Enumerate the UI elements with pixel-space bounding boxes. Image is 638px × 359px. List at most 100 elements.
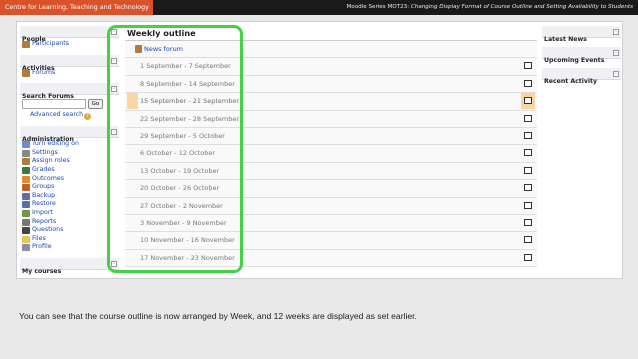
participants-icon [22,41,30,48]
right-column: Latest News - Upcoming Events - Recent Act… [542,26,621,89]
course-outline: Weekly outline News forum 1 September - … [125,27,537,268]
upcoming-events-title: Upcoming Events [544,57,605,64]
show-only-week-icon[interactable] [521,128,535,144]
help-icon[interactable]: ? [84,113,92,121]
week-list: 1 September - 7 September 8 September - 1… [125,58,537,268]
admin-item-reports[interactable]: Reports [22,218,119,227]
week-label: 10 November - 16 November [140,236,235,245]
week-label: 15 September - 21 September [140,97,240,106]
week-row: 20 October - 26 October [125,180,537,198]
series-title: Moodle Series MOT23: Changing Display Fo… [346,0,633,15]
restore-icon [22,201,30,209]
collapse-icon[interactable]: - [111,86,117,93]
forums-icon [22,69,30,77]
week-left-marker [127,93,138,110]
show-only-week-icon[interactable] [521,250,535,266]
questions-icon [22,227,30,235]
groups-icon [22,184,30,192]
import-icon [22,209,30,217]
week-left-marker [127,58,138,74]
week-label: 13 October - 19 October [140,166,220,175]
activities-block: Activities - Forums [20,54,119,78]
admin-item-restore[interactable]: Restore [22,200,119,209]
turn-editing-on-icon [22,141,30,149]
collapse-icon[interactable]: - [613,29,619,35]
outline-title: Weekly outline [125,27,537,41]
week-label: 8 September - 14 September [140,79,235,88]
files-icon [22,235,30,243]
series-code: Moodle Series MOT23: [346,4,410,10]
week-left-marker [127,232,138,248]
moodle-course-screenshot: People - Participants Activities - Forum… [16,21,623,279]
week-left-marker [127,180,138,196]
week-label: 29 September - 5 October [140,131,225,140]
admin-item-import[interactable]: Import [22,209,119,218]
admin-item-assign-roles[interactable]: Assign roles [22,157,119,166]
upcoming-events-block: Upcoming Events - [542,47,621,64]
week-row: 17 November - 23 November [125,249,537,268]
show-only-week-icon[interactable] [521,76,535,92]
week-row: 1 September - 7 September [125,58,537,76]
show-only-week-icon[interactable] [521,93,535,110]
week-left-marker [127,128,138,144]
collapse-icon[interactable]: - [613,71,619,77]
settings-icon [22,149,30,157]
forum-icon [135,45,142,53]
show-only-week-icon[interactable] [521,145,535,161]
week-label: 6 October - 12 October [140,149,216,158]
week-left-marker [127,215,138,231]
collapse-icon[interactable]: - [111,57,117,64]
slide-caption: You can see that the course outline is n… [19,311,417,321]
admin-item-files[interactable]: Files [22,235,119,244]
recent-activity-block: Recent Activity - [542,68,621,85]
admin-item-settings[interactable]: Settings [22,149,119,158]
show-only-week-icon[interactable] [521,163,535,179]
admin-item-outcomes[interactable]: Outcomes [22,175,119,184]
show-only-week-icon[interactable] [521,232,535,248]
grades-icon [22,166,30,174]
collapse-icon[interactable]: - [613,50,619,56]
latest-news-title: Latest News [544,36,587,43]
admin-item-groups[interactable]: Groups [22,183,119,192]
profile-icon [22,244,30,252]
week-left-marker [127,163,138,179]
show-only-week-icon[interactable] [521,215,535,231]
news-forum-link[interactable]: News forum [144,41,183,58]
collapse-icon[interactable]: - [111,29,117,35]
people-block: People - Participants [20,26,119,49]
week-left-marker [127,198,138,214]
week-label: 20 October - 26 October [140,184,220,193]
week-row: 27 October - 2 November [125,197,537,215]
slide-header-bar: Centre for Learning, Teaching and Techno… [0,0,638,15]
assign-roles-icon [22,158,30,166]
show-only-week-icon[interactable] [521,58,535,74]
admin-item-questions[interactable]: Questions [22,226,119,235]
my-courses-block: My courses - [20,257,119,275]
collapse-icon[interactable]: - [111,260,117,267]
show-only-week-icon[interactable] [521,180,535,196]
collapse-icon[interactable]: - [111,129,117,136]
advanced-search-link[interactable]: Advanced search? [30,111,119,121]
go-button[interactable]: Go [88,99,103,110]
search-input[interactable] [22,99,86,110]
week-label: 3 November - 9 November [140,218,227,227]
backup-icon [22,192,30,200]
sidebar-item-participants[interactable]: Participants [22,40,119,49]
admin-item-profile[interactable]: Profile [22,243,119,252]
left-column: People - Participants Activities - Forum… [20,26,119,276]
my-courses-title: My courses [22,267,62,275]
outcomes-icon [22,175,30,183]
week-left-marker [127,145,138,161]
admin-item-backup[interactable]: Backup [22,192,119,201]
show-only-week-icon[interactable] [521,111,535,127]
admin-item-turn-editing-on[interactable]: Turn editing on [22,140,119,149]
show-only-week-icon[interactable] [521,198,535,214]
admin-item-grades[interactable]: Grades [22,166,119,175]
reports-icon [22,218,30,226]
administration-block: Administration - Turn editing on Setting… [20,126,119,252]
week-row: 8 September - 14 September [125,75,537,94]
week-label: 1 September - 7 September [140,62,231,71]
sidebar-item-forums[interactable]: Forums [22,69,119,78]
week-row: 29 September - 5 October [125,127,537,146]
week-row: 6 October - 12 October [125,145,537,163]
